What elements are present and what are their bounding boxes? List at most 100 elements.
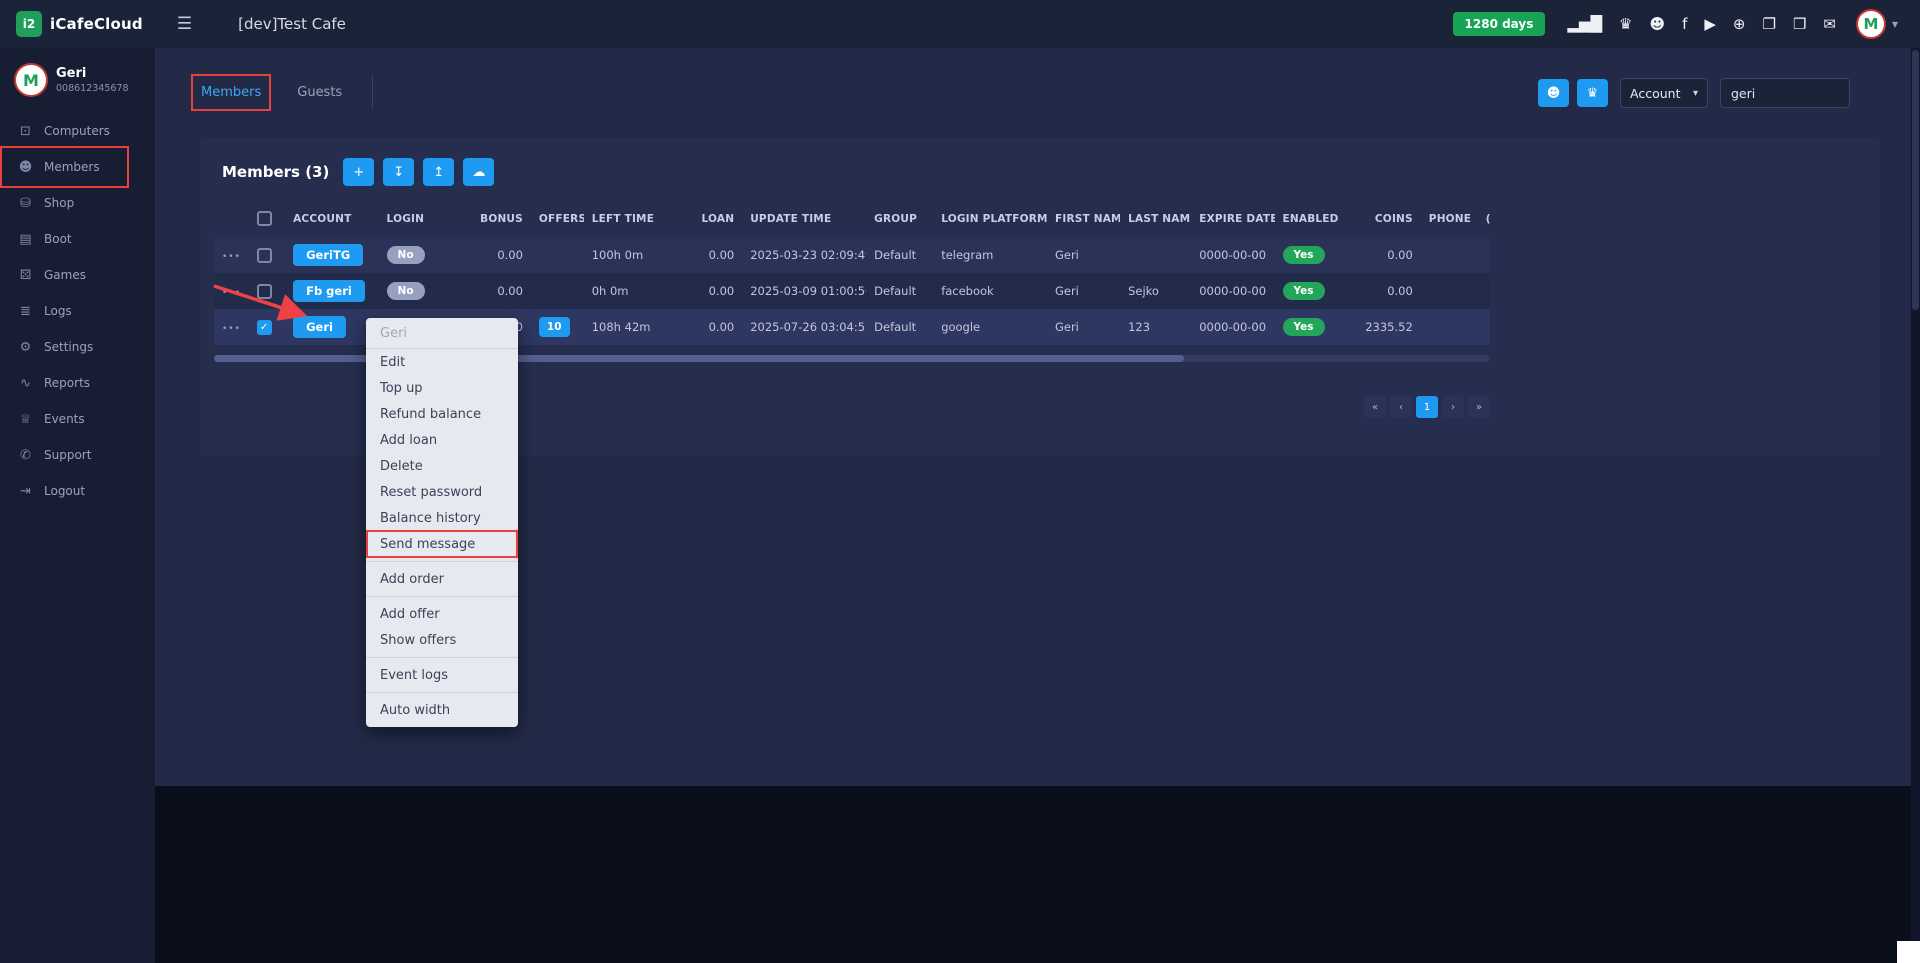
tournament-filter-button[interactable]: ♛ <box>1577 79 1608 107</box>
user-phone: 008612345678 <box>56 83 129 94</box>
sidebar-item-logout[interactable]: ⇥Logout <box>0 473 155 509</box>
row-actions-button[interactable]: ••• <box>222 324 241 334</box>
cell-enabled: Yes <box>1275 273 1348 309</box>
cell-coins: 0.00 <box>1348 237 1421 273</box>
subscription-days-badge[interactable]: 1280 days <box>1453 12 1546 36</box>
sidebar-item-members[interactable]: ☻Members <box>0 149 155 185</box>
cell-coins: 0.00 <box>1348 273 1421 309</box>
globe-icon[interactable]: ⊕ <box>1733 17 1746 32</box>
menu-separator <box>366 692 518 693</box>
account-button[interactable]: Fb geri <box>293 280 365 302</box>
cell-group: Default <box>866 273 933 309</box>
row-actions-button[interactable]: ••• <box>222 288 241 298</box>
tabs-row: Members Guests ☻ ♛ Account ▾ <box>155 48 1920 108</box>
vertical-scrollbar-thumb[interactable] <box>1912 50 1919 310</box>
column-header-coins: COINS <box>1348 200 1421 237</box>
trophy-icon[interactable]: ♛ <box>1619 17 1632 32</box>
cell-partial <box>1478 273 1490 309</box>
sidebar-item-boot[interactable]: ▤Boot <box>0 221 155 257</box>
import-button[interactable]: ↧ <box>383 158 414 186</box>
menu-item-add-order[interactable]: Add order <box>366 566 518 592</box>
menu-item-add-loan[interactable]: Add loan <box>366 427 518 453</box>
cell-account: GeriTG <box>285 237 378 273</box>
menu-item-send-message[interactable]: Send message <box>366 531 518 557</box>
tabs: Members Guests <box>201 76 373 108</box>
sidebar-item-logs[interactable]: ≣Logs <box>0 293 155 329</box>
topbar-icons: ▂▅█ ♛ ☻ f ▶ ⊕ ❐ ❒ ✉ <box>1567 17 1836 32</box>
row-actions-button[interactable]: ••• <box>222 252 241 262</box>
menu-item-event-logs[interactable]: Event logs <box>366 662 518 688</box>
menu-item-balance-history[interactable]: Balance history <box>366 505 518 531</box>
cloud-sync-button[interactable]: ☁ <box>463 158 494 186</box>
chevron-down-icon[interactable]: ▾ <box>1892 17 1898 31</box>
sidebar-item-reports[interactable]: ∿Reports <box>0 365 155 401</box>
menu-item-delete[interactable]: Delete <box>366 453 518 479</box>
cell-update_time: 2025-07-26 03:04:53 <box>742 309 866 345</box>
cell-login_platform: google <box>933 309 1047 345</box>
cell-left_time: 100h 0m <box>584 237 686 273</box>
cell-first_name: Geri <box>1047 273 1120 309</box>
user-avatar-letter: M <box>23 71 39 90</box>
page-button[interactable]: » <box>1468 396 1490 418</box>
pages-icon[interactable]: ❐ <box>1762 17 1775 32</box>
search-field-select[interactable]: Account ▾ <box>1620 78 1708 108</box>
select-arrow-icon: ▾ <box>1693 88 1698 99</box>
user-avatar[interactable]: M <box>14 63 48 97</box>
sidebar-item-support[interactable]: ✆Support <box>0 437 155 473</box>
cell-first_name: Geri <box>1047 309 1120 345</box>
cell-offers: 10 <box>531 309 584 345</box>
page-button[interactable]: › <box>1442 396 1464 418</box>
account-button[interactable]: Geri <box>293 316 346 338</box>
menu-item-edit[interactable]: Edit <box>366 349 518 375</box>
cell-last_name <box>1120 237 1191 273</box>
cell-enabled: Yes <box>1275 309 1348 345</box>
select-all-checkbox[interactable] <box>257 211 272 226</box>
offers-badge[interactable]: 10 <box>539 317 570 337</box>
menu-item-top-up[interactable]: Top up <box>366 375 518 401</box>
sidebar-item-shop[interactable]: ⛁Shop <box>0 185 155 221</box>
search-input[interactable] <box>1720 78 1850 108</box>
sidebar-item-label: Events <box>44 412 85 426</box>
page-button[interactable]: 1 <box>1416 396 1438 418</box>
sidebar-item-settings[interactable]: ⚙Settings <box>0 329 155 365</box>
account-button[interactable]: GeriTG <box>293 244 363 266</box>
youtube-icon[interactable]: ▶ <box>1704 17 1716 32</box>
row-checkbox[interactable] <box>257 248 272 263</box>
page-button[interactable]: « <box>1364 396 1386 418</box>
stats-icon[interactable]: ▂▅█ <box>1567 17 1602 32</box>
horizontal-scrollbar-thumb[interactable] <box>214 355 1184 362</box>
cell-offers <box>531 273 584 309</box>
column-header-loan: LOAN <box>685 200 742 237</box>
export-button[interactable]: ↥ <box>423 158 454 186</box>
menu-item-auto-width[interactable]: Auto width <box>366 697 518 723</box>
annotation-box <box>191 74 271 111</box>
menu-separator <box>366 561 518 562</box>
vertical-scrollbar[interactable] <box>1911 48 1920 963</box>
menu-toggle-icon[interactable]: ☰ <box>177 14 192 34</box>
sidebar-item-games[interactable]: ⚄Games <box>0 257 155 293</box>
row-checkbox[interactable]: ✓ <box>257 320 272 335</box>
facebook-icon[interactable]: f <box>1682 17 1687 32</box>
menu-item-add-offer[interactable]: Add offer <box>366 601 518 627</box>
menu-separator <box>366 596 518 597</box>
tab-members[interactable]: Members <box>201 83 261 102</box>
row-checkbox[interactable] <box>257 284 272 299</box>
tab-guests[interactable]: Guests <box>297 83 342 102</box>
discord-icon[interactable]: ☻ <box>1649 17 1665 32</box>
sidebar-item-events[interactable]: ♕Events <box>0 401 155 437</box>
column-header-update_time: UPDATE TIME <box>742 200 866 237</box>
table-header-row: ACCOUNTLOGINBONUSOFFERSLEFT TIMELOANUPDA… <box>214 200 1490 237</box>
mail-icon[interactable]: ✉ <box>1823 17 1836 32</box>
tags-icon[interactable]: ❒ <box>1793 17 1806 32</box>
sidebar-item-label: Settings <box>44 340 93 354</box>
menu-item-refund-balance[interactable]: Refund balance <box>366 401 518 427</box>
menu-item-reset-password[interactable]: Reset password <box>366 479 518 505</box>
sidebar-item-computers[interactable]: ⊡Computers <box>0 113 155 149</box>
login-badge: No <box>387 246 425 264</box>
page-button[interactable]: ‹ <box>1390 396 1412 418</box>
members-filter-button[interactable]: ☻ <box>1538 79 1569 107</box>
menu-item-show-offers[interactable]: Show offers <box>366 627 518 653</box>
add-member-button[interactable]: + <box>343 158 374 186</box>
avatar[interactable]: M <box>1856 9 1886 39</box>
table-row: •••GeriTGNo0.00100h 0m0.002025-03-23 02:… <box>214 237 1490 273</box>
